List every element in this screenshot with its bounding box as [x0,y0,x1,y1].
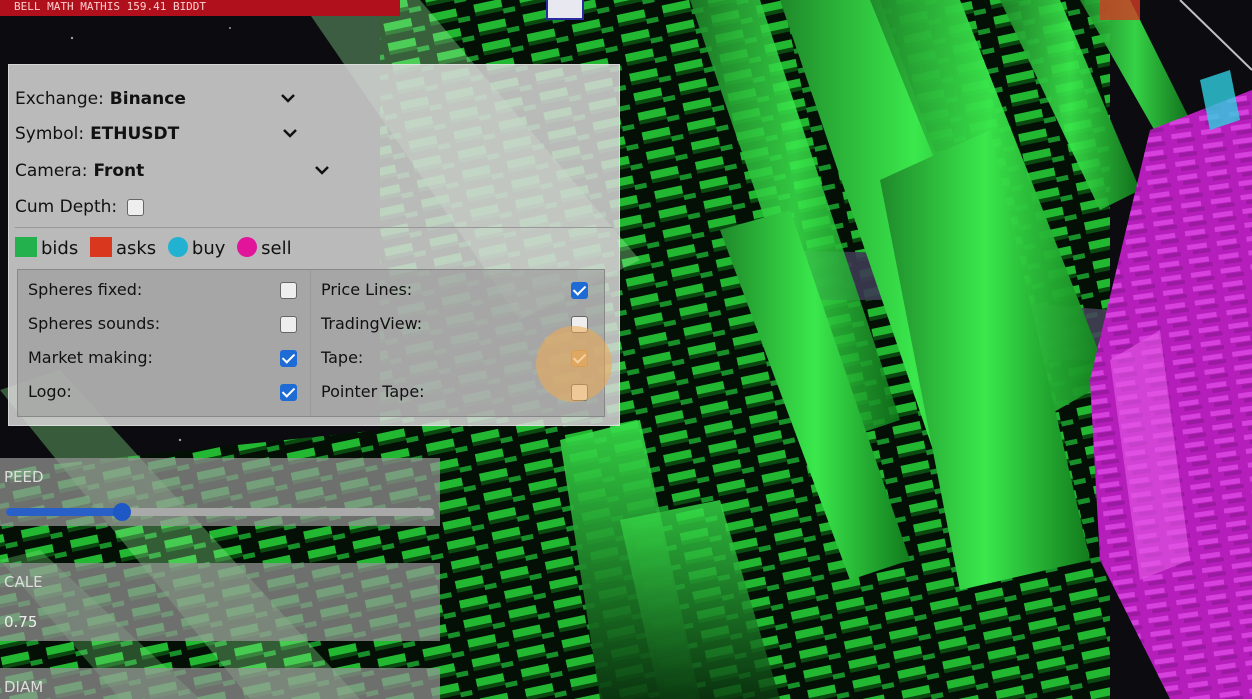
option-spheres-fixed[interactable]: Spheres fixed: [28,278,320,302]
legend-buy: buy [167,237,225,259]
option-label: Logo: [28,382,72,401]
option-label: Pointer Tape: [321,382,425,401]
click-highlight [536,326,612,402]
sell-dot-icon [237,237,258,257]
chevron-down-icon[interactable] [281,93,295,105]
option-label: Price Lines: [321,280,413,299]
cum-depth-label: Cum Depth: [15,197,118,217]
exchange-label: Exchange: [15,89,104,109]
option-logo[interactable]: Logo: [28,380,320,404]
options-left-column: Spheres fixed: Spheres sounds: Market ma… [18,270,311,416]
legend-asks: asks [89,237,156,259]
option-label: Market making: [28,348,153,367]
legend-bids: bids [15,237,78,259]
speed-slider[interactable] [6,503,434,521]
scale-label: CALE [4,573,43,591]
logo-checkbox[interactable] [280,384,297,401]
option-label: TradingView: [321,314,423,333]
camera-value[interactable]: Front [93,161,144,181]
market-making-checkbox[interactable] [280,350,297,367]
asks-swatch-icon [89,237,112,257]
symbol-label: Symbol: [15,124,85,144]
buy-dot-icon [167,237,188,257]
settings-panel: Exchange: Binance Symbol: ETHUSDT Camera: F… [8,64,620,426]
scale-value[interactable]: 0.75 [4,613,37,631]
spheres-fixed-checkbox[interactable] [280,282,297,299]
legend-sell: sell [237,237,292,259]
camera-dropdown[interactable]: Camera: Front [15,159,144,183]
speed-slider-handle[interactable] [113,503,131,521]
chevron-down-icon[interactable] [283,128,297,140]
legend: bids asks buy sell [15,237,298,261]
symbol-value[interactable]: ETHUSDT [90,124,179,144]
options-grid: Spheres fixed: Spheres sounds: Market ma… [17,269,605,417]
bids-swatch-icon [15,237,37,257]
speed-label: PEED [4,468,44,486]
exchange-dropdown[interactable]: Exchange: Binance [15,87,186,111]
cum-depth-checkbox[interactable] [126,198,144,216]
price-lines-checkbox[interactable] [571,282,588,299]
camera-label: Camera: [15,161,88,181]
top-toggle-box[interactable] [546,0,584,20]
option-market-making[interactable]: Market making: [28,346,320,370]
speed-panel: PEED [0,458,440,526]
status-bar: BELL MATH MATHIS 159.41 BIDDT [0,0,400,16]
cum-depth-row: Cum Depth: [15,195,144,219]
option-label: Spheres fixed: [28,280,143,299]
spheres-sounds-checkbox[interactable] [280,316,297,333]
speed-slider-fill [6,508,122,516]
option-price-lines[interactable]: Price Lines: [321,278,614,302]
diam-panel: DIAM [0,668,440,699]
scale-panel: CALE 0.75 [0,563,440,641]
option-label: Spheres sounds: [28,314,161,333]
diam-label: DIAM [4,678,44,696]
option-label: Tape: [321,348,364,367]
chevron-down-icon[interactable] [315,165,329,177]
divider [15,227,613,228]
symbol-dropdown[interactable]: Symbol: ETHUSDT [15,122,179,146]
option-spheres-sounds[interactable]: Spheres sounds: [28,312,320,336]
exchange-value[interactable]: Binance [110,89,186,109]
